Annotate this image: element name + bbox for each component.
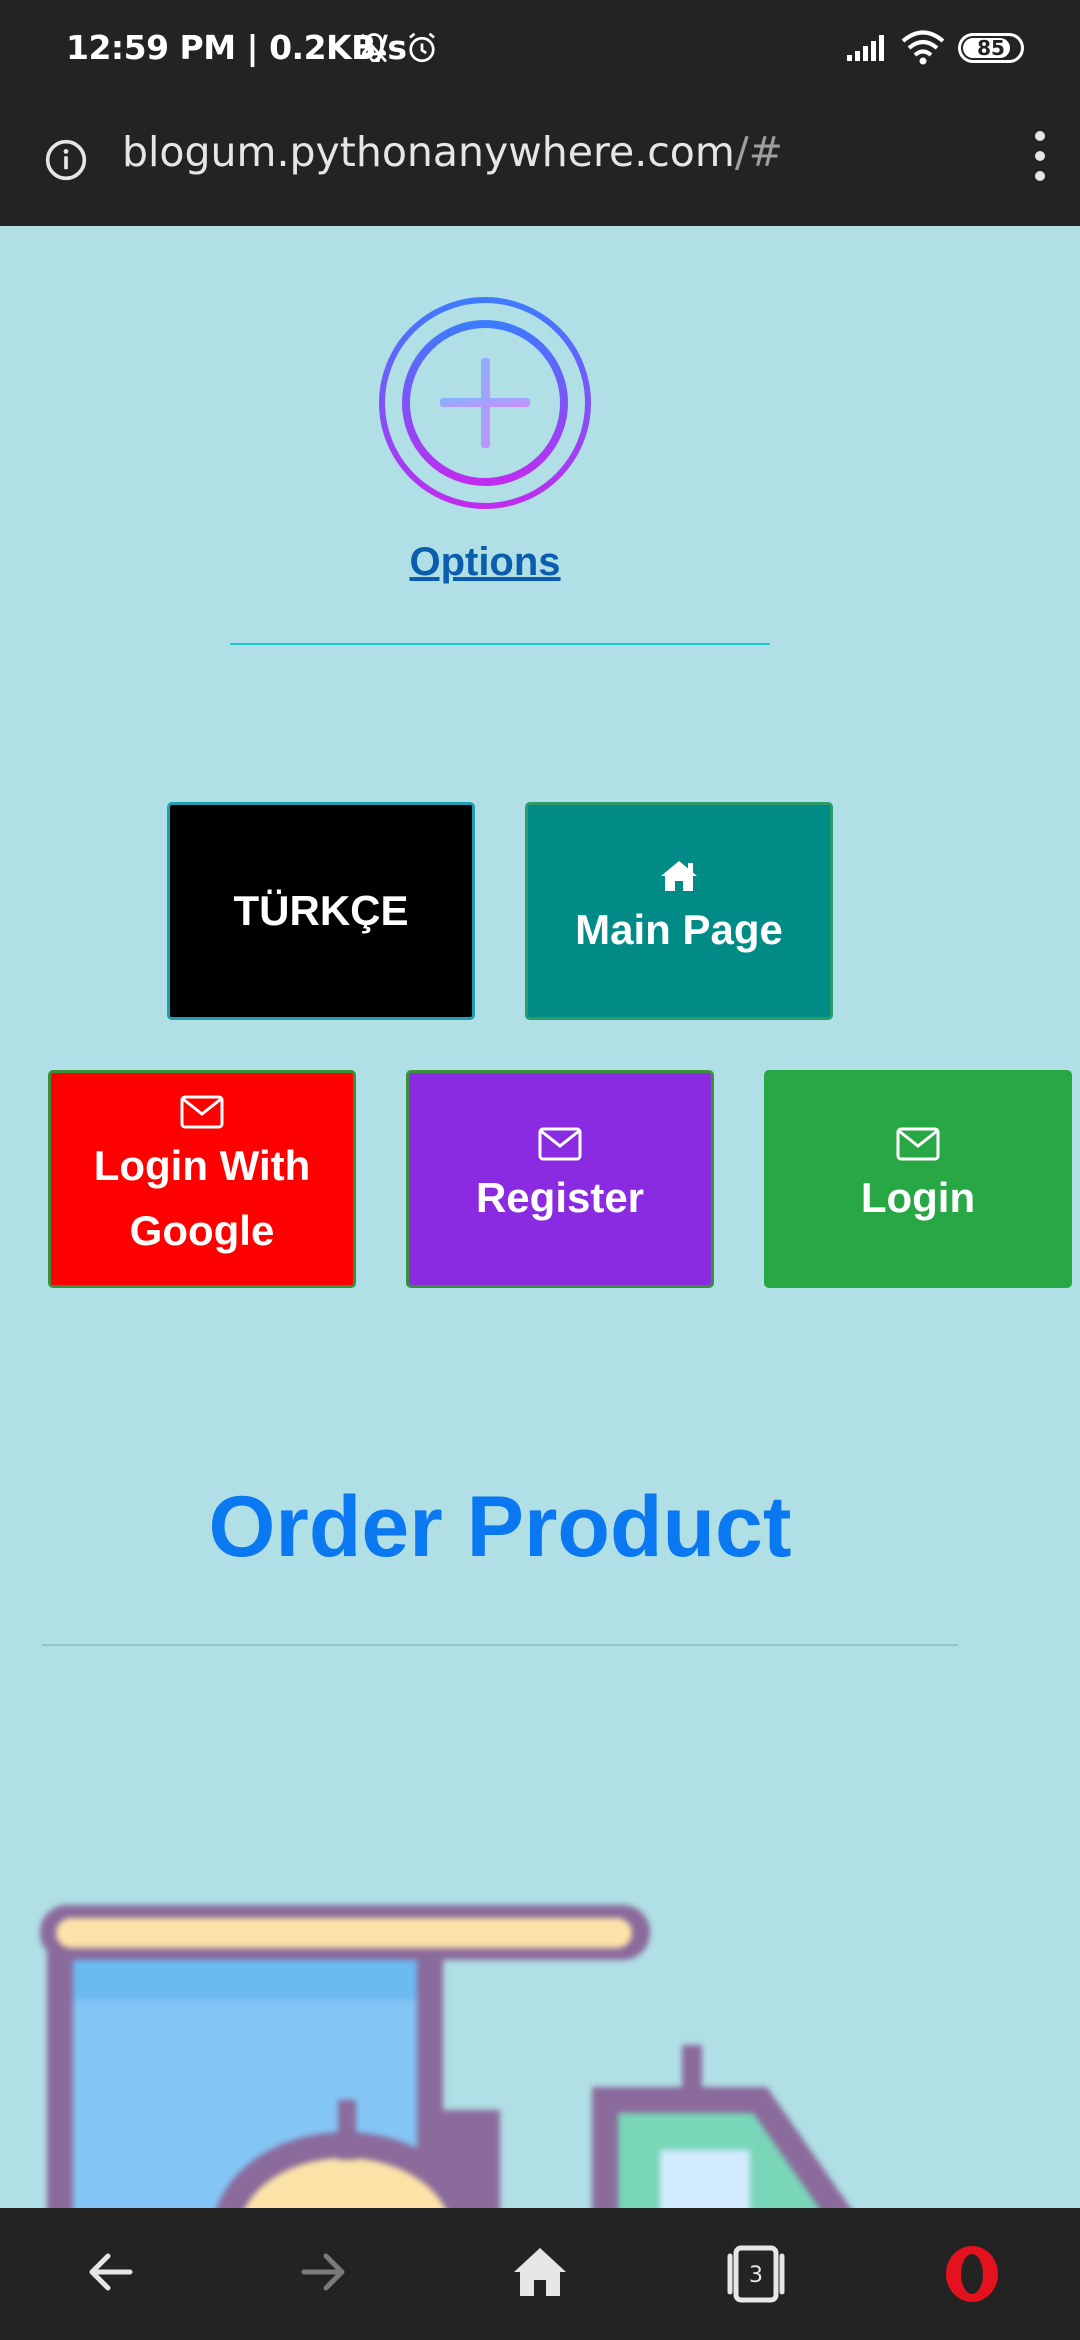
options-link[interactable]: Options [0, 540, 970, 585]
alarm-icon [409, 32, 436, 63]
login-button-label: Login [860, 1174, 976, 1222]
main-page-button-label: Main Page [575, 906, 783, 954]
url-path: /# [734, 128, 783, 176]
muted-bell-icon [360, 33, 388, 63]
options-divider [230, 643, 770, 645]
delivery-truck-illustration [40, 1905, 859, 2220]
order-product-heading: Order Product [208, 1479, 792, 1575]
opera-icon[interactable] [942, 2244, 1002, 2304]
envelope-icon [896, 1127, 940, 1161]
battery-icon: 85 [958, 33, 1024, 63]
login-button[interactable]: Login [764, 1070, 1072, 1288]
url-text[interactable]: blogum.pythonanywhere.com/# [122, 128, 783, 176]
status-notification-icons [356, 30, 440, 66]
main-page-button[interactable]: Main Page [525, 802, 833, 1020]
envelope-icon [538, 1127, 582, 1161]
plus-circle-icon[interactable] [377, 295, 593, 511]
home-icon [661, 861, 697, 892]
register-button-label: Register [475, 1174, 645, 1222]
tab-count: 3 [749, 2263, 763, 2288]
wifi-icon [901, 30, 945, 65]
status-system-icons: 85 [846, 30, 1024, 66]
envelope-icon [180, 1095, 224, 1129]
url-host: blogum.pythonanywhere.com [122, 128, 735, 176]
register-button[interactable]: Register [406, 1070, 714, 1288]
turkce-button-label: TÜRKÇE [233, 887, 409, 935]
menu-dots-icon[interactable] [1030, 126, 1050, 186]
login-with-google-label-line2: Google [129, 1207, 275, 1254]
back-arrow-icon[interactable] [82, 2244, 138, 2300]
login-with-google-button[interactable]: Login With Google [48, 1070, 356, 1288]
status-bar: 12:59 PM | 0.2KB/s 85 [0, 0, 1080, 98]
turkce-button[interactable]: TÜRKÇE [167, 802, 475, 1020]
info-icon[interactable] [44, 138, 88, 182]
order-divider [42, 1644, 958, 1646]
tabs-icon[interactable]: 3 [722, 2244, 790, 2304]
forward-arrow-icon[interactable] [296, 2244, 352, 2300]
battery-level-text: 85 [977, 36, 1005, 60]
browser-address-bar[interactable]: blogum.pythonanywhere.com/# [0, 98, 1080, 226]
browser-bottom-nav: 3 [0, 2208, 1080, 2340]
home-icon[interactable] [510, 2244, 570, 2300]
signal-icon [847, 35, 884, 61]
login-with-google-label-line1: Login With [93, 1141, 311, 1189]
